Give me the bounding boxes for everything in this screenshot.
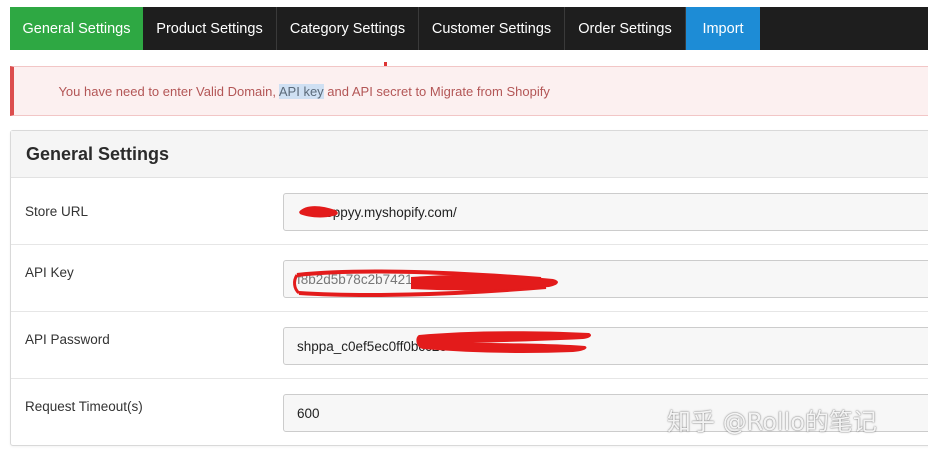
validation-alert: You have need to enter Valid Domain, API… <box>10 66 928 116</box>
store-url-input[interactable]: shoppyy.myshopify.com/ <box>283 193 928 231</box>
request-timeout-label: Request Timeout(s) <box>25 399 143 414</box>
page: General Settings Product Settings Catego… <box>0 0 928 456</box>
store-url-value: shoppyy.myshopify.com/ <box>311 204 457 220</box>
api-key-row: API Key f8b2d5b78c2b7421 <box>11 245 928 312</box>
tab-product-settings[interactable]: Product Settings <box>143 7 277 50</box>
store-url-row: Store URL shoppyy.myshopify.com/ <box>11 178 928 245</box>
request-timeout-value: 600 <box>297 405 320 421</box>
api-password-value: shppa_c0ef5ec0ff0bcc2e <box>297 338 447 354</box>
alert-text-after: and API secret to Migrate from Shopify <box>323 83 550 99</box>
api-password-label: API Password <box>25 332 110 347</box>
alert-text-highlight: API key <box>278 83 324 99</box>
tab-import[interactable]: Import <box>686 7 760 50</box>
store-url-label: Store URL <box>25 204 89 219</box>
alert-text-before: You have need to enter Valid Domain, <box>58 83 279 99</box>
api-password-input[interactable]: shppa_c0ef5ec0ff0bcc2e <box>283 327 928 365</box>
settings-tab-bar: General Settings Product Settings Catego… <box>10 7 928 50</box>
api-password-row: API Password shppa_c0ef5ec0ff0bcc2e <box>11 312 928 379</box>
api-key-label: API Key <box>25 265 74 280</box>
tab-category-settings[interactable]: Category Settings <box>277 7 419 50</box>
tab-general-settings[interactable]: General Settings <box>10 7 143 50</box>
general-settings-panel: General Settings Store URL shoppyy.mysho… <box>10 130 928 446</box>
tab-customer-settings[interactable]: Customer Settings <box>419 7 565 50</box>
api-key-input[interactable]: f8b2d5b78c2b7421 <box>283 260 928 298</box>
watermark: 知乎 @Rollo的笔记 <box>667 408 877 436</box>
api-key-value: f8b2d5b78c2b7421 <box>297 271 413 287</box>
tab-order-settings[interactable]: Order Settings <box>565 7 686 50</box>
panel-title: General Settings <box>11 131 928 178</box>
